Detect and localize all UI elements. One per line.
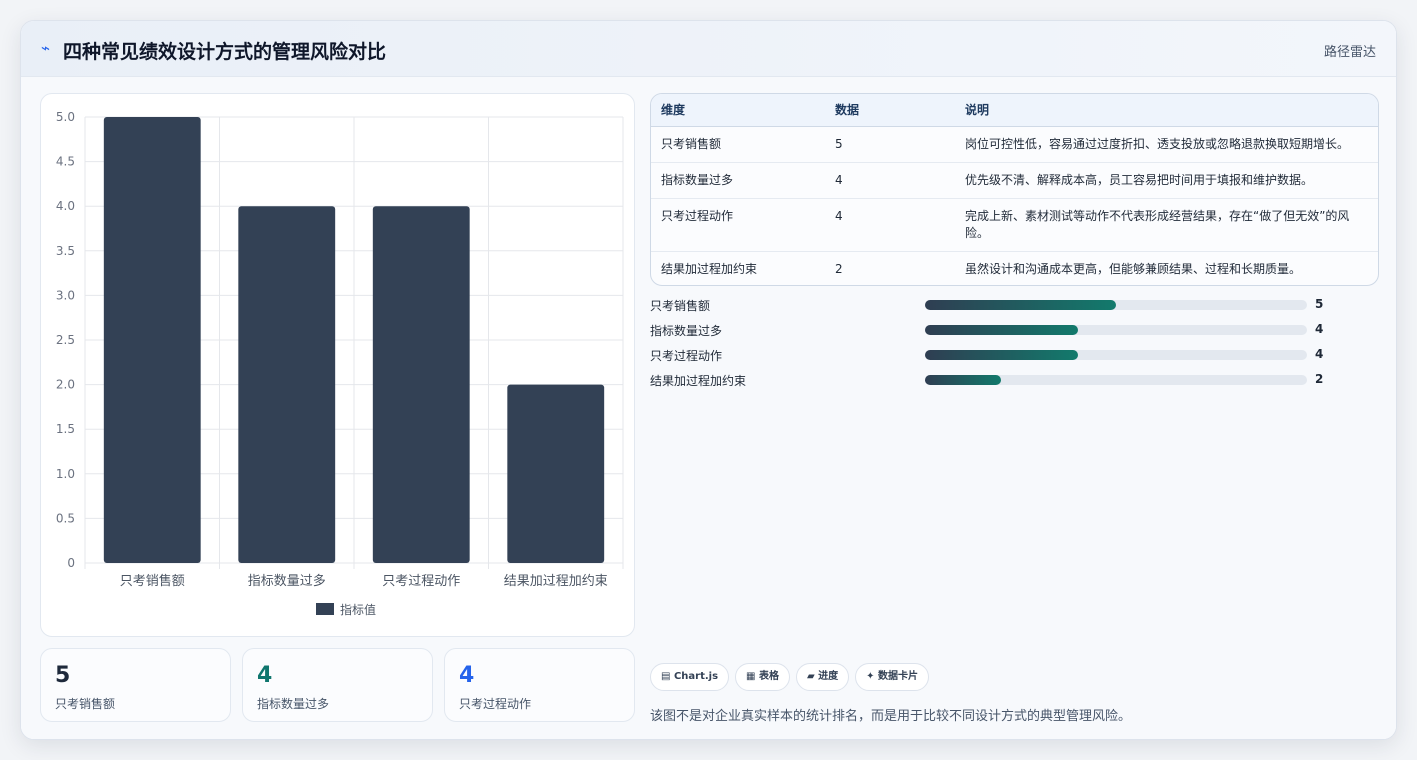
table-cell: 5 <box>835 136 843 151</box>
table-cell: 只考销售额 <box>661 136 722 151</box>
footnote: 该图不是对企业真实样本的统计排名，而是用于比较不同设计方式的典型管理风险。 <box>650 709 1132 724</box>
column-header: 数据 <box>825 94 955 127</box>
progress-track <box>925 300 1307 310</box>
stat-value: 4 <box>459 663 475 688</box>
progress-row: 只考过程动作 4 <box>650 345 1379 370</box>
progress-value: 5 <box>1315 297 1324 311</box>
table-row: 指标数量过多 4 优先级不清、解释成本高，员工容易把时间用于填报和维护数据。 <box>651 161 1378 198</box>
bar <box>238 206 336 563</box>
y-tick-label: 3.5 <box>56 244 75 258</box>
progress-row: 只考销售额 5 <box>650 295 1379 320</box>
progress-fill <box>925 350 1078 360</box>
y-tick-label: 1.5 <box>56 422 75 436</box>
table-cell: 完成上新、素材测试等动作不代表形成经营结果，存在“做了但无效”的风险。 <box>955 197 1378 251</box>
table-cell: 结果加过程加约束 <box>651 250 825 285</box>
y-tick-label: 1.0 <box>56 467 75 481</box>
chart-icon: ▤ <box>661 671 671 682</box>
progress-row: 结果加过程加约束 2 <box>650 370 1379 395</box>
stat-card: 4 只考过程动作 <box>444 648 635 722</box>
y-tick-label: 4.0 <box>56 199 75 213</box>
table-cell: 优先级不清、解释成本高，员工容易把时间用于填报和维护数据。 <box>955 161 1378 198</box>
page-title: 四种常见绩效设计方式的管理风险对比 <box>63 41 387 63</box>
table-header-row: 维度 数据 说明 <box>651 94 1378 127</box>
stat-label: 只考销售额 <box>55 697 116 711</box>
progress-track <box>925 375 1307 385</box>
table-row: 结果加过程加约束 2 虽然设计和沟通成本更高，但能够兼顾结果、过程和长期质量。 <box>651 250 1378 285</box>
table-cell: 虽然设计和沟通成本更高，但能够兼顾结果、过程和长期质量。 <box>955 250 1378 285</box>
column-header: 说明 <box>955 94 1378 127</box>
table-cell: 2 <box>825 250 955 285</box>
stat-value: 5 <box>55 663 71 688</box>
y-tick-label: 0 <box>67 556 75 570</box>
progress-track <box>925 325 1307 335</box>
stat-card: 5 只考销售额 <box>40 648 231 722</box>
stat-label: 只考过程动作 <box>459 697 532 711</box>
x-tick-label: 只考过程动作 <box>382 574 460 589</box>
chip-chartjs[interactable]: ▤ Chart.js <box>650 663 730 691</box>
x-tick-label: 指标数量过多 <box>248 573 326 589</box>
table-cell: 指标数量过多 <box>651 161 825 198</box>
chip-label: Chart.js <box>673 671 719 682</box>
progress-label: 只考销售额 <box>650 299 711 313</box>
progress-fill <box>925 300 1116 310</box>
bar <box>103 117 201 563</box>
x-tick-label: 只考销售额 <box>120 573 185 589</box>
table-cell: 4 <box>825 197 955 251</box>
chip-label: 数据卡片 <box>878 671 919 682</box>
y-tick-label: 2.0 <box>56 378 75 392</box>
y-tick-label: 0.5 <box>56 511 75 525</box>
column-header: 维度 <box>651 94 825 127</box>
y-tick-label: 2.5 <box>56 333 75 347</box>
chip-progress[interactable]: ▰ 进度 <box>795 663 850 691</box>
bar <box>507 384 605 563</box>
data-table-panel: 维度 数据 说明 只考销售额 5 岗位可控性低，容易通过过度折扣、透支投放或忽略… <box>650 93 1379 286</box>
table-icon: ▦ <box>746 671 756 682</box>
chip-label: 进度 <box>818 671 839 682</box>
data-table: 维度 数据 说明 只考销售额 5 岗位可控性低，容易通过过度折扣、透支投放或忽略… <box>651 94 1378 285</box>
chip-table[interactable]: ▦ 表格 <box>735 663 790 691</box>
progress-track <box>925 350 1307 360</box>
x-tick-label: 结果加过程加约束 <box>504 574 608 589</box>
progress-fill <box>925 325 1078 335</box>
progress-fill <box>925 375 1002 385</box>
stat-value: 4 <box>257 663 273 688</box>
stat-label: 指标数量过多 <box>257 697 330 711</box>
table-row: 只考销售额 5 岗位可控性低，容易通过过度折扣、透支投放或忽略退款换取短期增长。 <box>651 126 1378 162</box>
progress-label: 结果加过程加约束 <box>650 374 747 388</box>
progress-label: 指标数量过多 <box>650 324 723 338</box>
legend-label: 指标值 <box>340 602 376 617</box>
pulse-icon: ⌁ <box>41 39 51 57</box>
y-tick-label: 4.5 <box>56 155 75 169</box>
progress-value: 2 <box>1315 372 1324 386</box>
table-cell: 岗位可控性低，容易通过过度折扣、透支投放或忽略退款换取短期增长。 <box>965 136 1350 151</box>
progress-list: 只考销售额 5 指标数量过多 4 只考过程动作 4 结果加过程加约束 2 <box>650 295 1379 395</box>
table-cell: 4 <box>825 161 955 198</box>
y-tick-label: 5.0 <box>56 110 75 124</box>
card-header: ⌁ 四种常见绩效设计方式的管理风险对比 路径雷达 <box>21 21 1396 77</box>
table-cell: 只考过程动作 <box>651 197 825 251</box>
progress-icon: ▰ <box>806 671 815 682</box>
legend-swatch <box>316 603 334 615</box>
progress-value: 4 <box>1315 322 1324 336</box>
table-row: 只考过程动作 4 完成上新、素材测试等动作不代表形成经营结果，存在“做了但无效”… <box>651 197 1378 251</box>
progress-row: 指标数量过多 4 <box>650 320 1379 345</box>
bar-chart-panel: 0 0.5 1.0 1.5 2.0 2.5 3.0 3.5 4.0 4.5 5.0 只考销售额 指标数量… <box>40 93 635 637</box>
header-tag: 路径雷达 <box>1323 45 1376 60</box>
bar <box>372 206 470 563</box>
stat-card: 4 指标数量过多 <box>242 648 433 722</box>
bar-chart: 0 0.5 1.0 1.5 2.0 2.5 3.0 3.5 4.0 4.5 5.0 只考销售额 指标数量… <box>56 110 624 617</box>
chip-data-cards[interactable]: ✦ 数据卡片 <box>855 663 930 691</box>
feature-chips: ▤ Chart.js ▦ 表格 ▰ 进度 ✦ 数据卡片 <box>650 663 935 691</box>
sparkle-icon: ✦ <box>866 671 875 682</box>
progress-value: 4 <box>1315 347 1324 361</box>
report-card: ⌁ 四种常见绩效设计方式的管理风险对比 路径雷达 0 0.5 1.0 1.5 2.0 2.… <box>20 20 1397 740</box>
chip-label: 表格 <box>758 671 779 682</box>
progress-label: 只考过程动作 <box>650 349 723 363</box>
y-tick-label: 3.0 <box>56 288 75 302</box>
